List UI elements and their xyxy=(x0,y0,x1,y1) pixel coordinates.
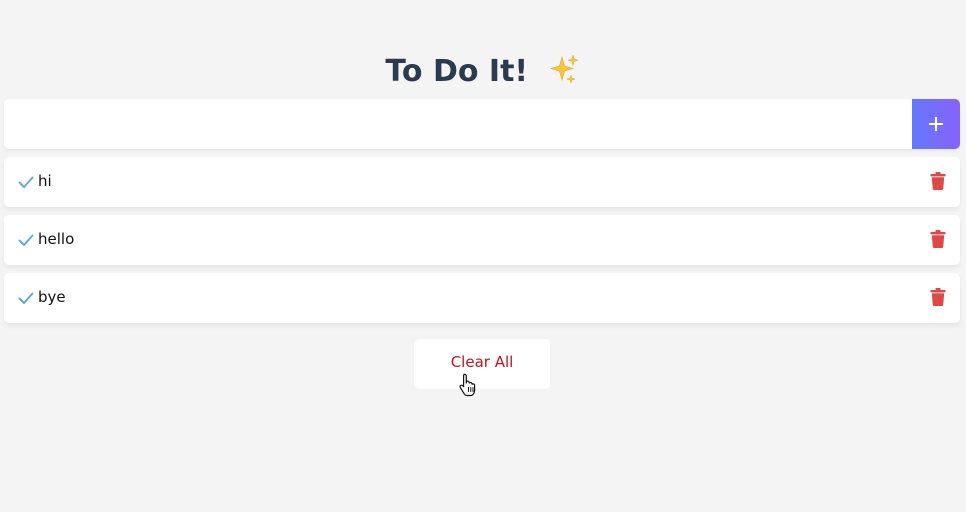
page-title: To Do It! xyxy=(0,50,966,94)
check-icon[interactable] xyxy=(18,174,34,190)
check-icon[interactable] xyxy=(18,290,34,306)
todo-item: hi xyxy=(4,157,960,207)
plus-icon xyxy=(929,117,943,131)
new-todo-input[interactable] xyxy=(4,99,912,149)
title-text: To Do It! xyxy=(385,54,529,90)
todo-text: bye xyxy=(38,288,66,306)
todo-text: hi xyxy=(38,172,52,190)
new-todo-form xyxy=(4,99,960,149)
trash-icon[interactable] xyxy=(930,172,946,190)
sparkles-icon xyxy=(549,53,579,84)
todo-item: bye xyxy=(4,273,960,323)
todo-item: hello xyxy=(4,215,960,265)
trash-icon[interactable] xyxy=(930,230,946,248)
clear-all-button[interactable]: Clear All xyxy=(414,339,550,389)
check-icon[interactable] xyxy=(18,232,34,248)
add-todo-button[interactable] xyxy=(912,99,960,149)
todo-text: hello xyxy=(38,230,75,248)
trash-icon[interactable] xyxy=(930,288,946,306)
